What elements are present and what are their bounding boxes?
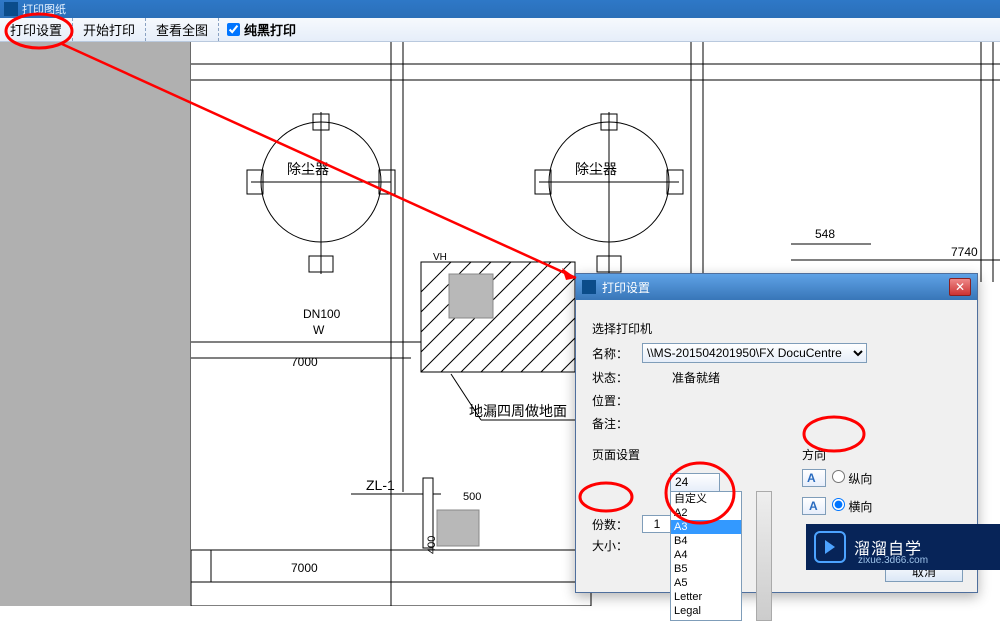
size-option[interactable]: A2 (671, 506, 741, 520)
dialog-titlebar[interactable]: 打印设置 (576, 274, 977, 300)
size-option[interactable]: B4 (671, 534, 741, 548)
window-title: 打印图纸 (22, 1, 66, 17)
black-print-checkbox[interactable] (227, 23, 240, 36)
dialog-body: 选择打印机 名称： \\MS-201504201950\FX DocuCentr… (576, 300, 977, 539)
scrollbar[interactable] (756, 491, 772, 621)
size-option[interactable]: Legal (671, 604, 741, 618)
svg-text:7000: 7000 (291, 561, 318, 575)
svg-text:548: 548 (815, 227, 835, 241)
size-option[interactable]: A4 (671, 548, 741, 562)
size-label: 大小： (592, 537, 642, 554)
copies-input[interactable] (642, 515, 672, 533)
dialog-icon (582, 280, 596, 294)
location-label: 位置： (592, 392, 642, 409)
svg-text:DN100: DN100 (303, 307, 341, 321)
landscape-icon: A (802, 497, 826, 515)
menu-print-settings[interactable]: 打印设置 (0, 18, 72, 41)
status-label: 状态： (592, 369, 642, 386)
name-label: 名称： (592, 345, 642, 362)
size-option[interactable]: Letter (671, 590, 741, 604)
portrait-radio[interactable]: 纵向 (832, 470, 872, 487)
menu-bar: 打印设置 开始打印 查看全图 纯黑打印 (0, 18, 1000, 42)
play-icon (814, 531, 846, 563)
menu-view-all[interactable]: 查看全图 (146, 18, 218, 41)
section-printer: 选择打印机 (592, 320, 961, 337)
svg-text:VH: VH (433, 252, 447, 263)
close-icon[interactable]: ✕ (949, 278, 971, 296)
size-selected-display[interactable]: 24 (670, 473, 720, 491)
svg-text:W: W (313, 323, 325, 337)
svg-text:7000: 7000 (291, 355, 318, 369)
watermark: 溜溜自学 zixue.3d66.com (806, 524, 1000, 570)
status-value: 准备就绪 (642, 369, 961, 386)
size-listbox[interactable]: 自定义A2A3B4A4B5A5LetterLegalFolio (670, 491, 742, 621)
watermark-url: zixue.3d66.com (858, 555, 928, 566)
section-page: 页面设置 (592, 446, 772, 463)
size-option[interactable]: B5 (671, 562, 741, 576)
app-icon (4, 2, 18, 16)
menu-black-print[interactable]: 纯黑打印 (219, 20, 304, 39)
window-titlebar: 打印图纸 (0, 0, 1000, 18)
svg-text:400: 400 (426, 536, 438, 554)
landscape-radio[interactable]: 横向 (832, 498, 872, 515)
svg-text:地漏四周做地面: 地漏四周做地面 (469, 403, 567, 419)
printer-select[interactable]: \\MS-201504201950\FX DocuCentre (642, 343, 867, 363)
left-gutter (0, 42, 190, 606)
black-print-label: 纯黑打印 (244, 20, 296, 39)
comment-label: 备注： (592, 415, 642, 432)
svg-text:除尘器: 除尘器 (287, 161, 329, 177)
portrait-icon: A (802, 469, 826, 487)
size-option[interactable]: A5 (671, 576, 741, 590)
size-option[interactable]: A3 (671, 520, 741, 534)
menu-start-print[interactable]: 开始打印 (73, 18, 145, 41)
copies-label: 份数： (592, 516, 642, 533)
svg-text:500: 500 (463, 491, 481, 503)
size-option[interactable]: 自定义 (671, 492, 741, 506)
svg-text:ZL-1: ZL-1 (366, 477, 395, 493)
dialog-title: 打印设置 (602, 279, 650, 296)
svg-text:7740: 7740 (951, 245, 978, 259)
svg-text:除尘器: 除尘器 (575, 161, 617, 177)
section-orientation: 方向 (802, 446, 961, 463)
